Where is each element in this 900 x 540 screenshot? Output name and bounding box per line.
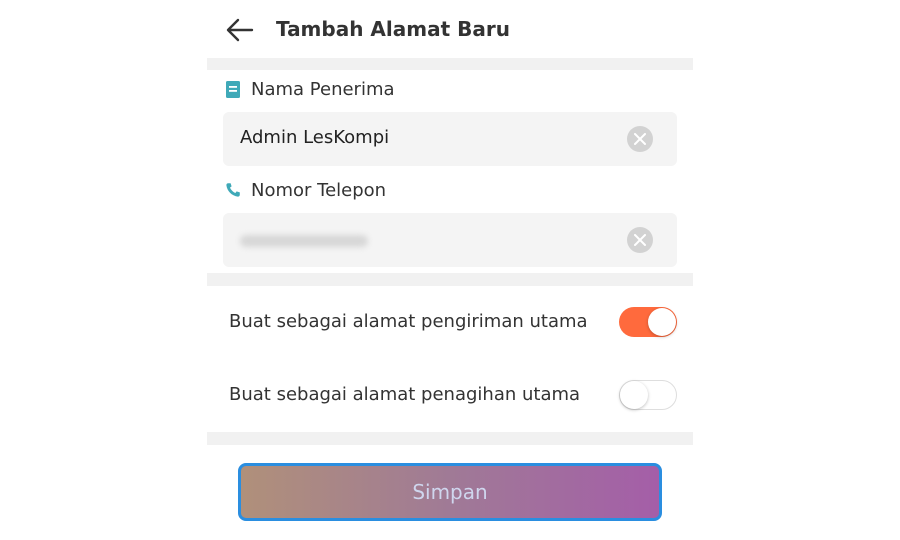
- save-button-label: Simpan: [412, 480, 488, 504]
- divider: [207, 273, 693, 286]
- phone-number-value-blurred: [240, 235, 368, 247]
- phone-label: Nomor Telepon: [225, 178, 386, 202]
- recipient-name-input[interactable]: Admin LesKompi: [223, 112, 677, 166]
- toggle-knob: [648, 308, 676, 336]
- phone-label-text: Nomor Telepon: [251, 179, 387, 201]
- clear-phone-button[interactable]: [627, 227, 653, 253]
- document-icon: [225, 80, 241, 98]
- toggle-row-primary-billing: Buat sebagai alamat penagihan utama: [207, 376, 693, 416]
- app-header: Tambah Alamat Baru: [207, 0, 693, 58]
- clear-icon: [634, 133, 646, 145]
- primary-shipping-toggle[interactable]: [619, 307, 677, 337]
- recipient-label: Nama Penerima: [225, 77, 395, 101]
- page-title: Tambah Alamat Baru: [276, 17, 510, 41]
- primary-billing-toggle[interactable]: [619, 380, 677, 410]
- primary-billing-label: Buat sebagai alamat penagihan utama: [229, 384, 581, 405]
- back-button[interactable]: [225, 16, 255, 44]
- toggle-row-primary-shipping: Buat sebagai alamat pengiriman utama: [207, 303, 693, 343]
- address-form-screen: Tambah Alamat Baru Nama Penerima Admin L…: [207, 0, 693, 540]
- divider: [207, 432, 693, 445]
- recipient-label-text: Nama Penerima: [251, 78, 395, 100]
- phone-icon: [225, 181, 241, 199]
- clear-icon: [634, 234, 646, 246]
- save-button[interactable]: Simpan: [238, 463, 662, 521]
- toggle-knob: [620, 381, 648, 409]
- clear-recipient-button[interactable]: [627, 126, 653, 152]
- primary-shipping-label: Buat sebagai alamat pengiriman utama: [229, 311, 588, 332]
- phone-number-input[interactable]: [223, 213, 677, 267]
- divider: [207, 58, 693, 70]
- arrow-left-icon: [226, 18, 254, 42]
- recipient-name-value: Admin LesKompi: [240, 127, 390, 148]
